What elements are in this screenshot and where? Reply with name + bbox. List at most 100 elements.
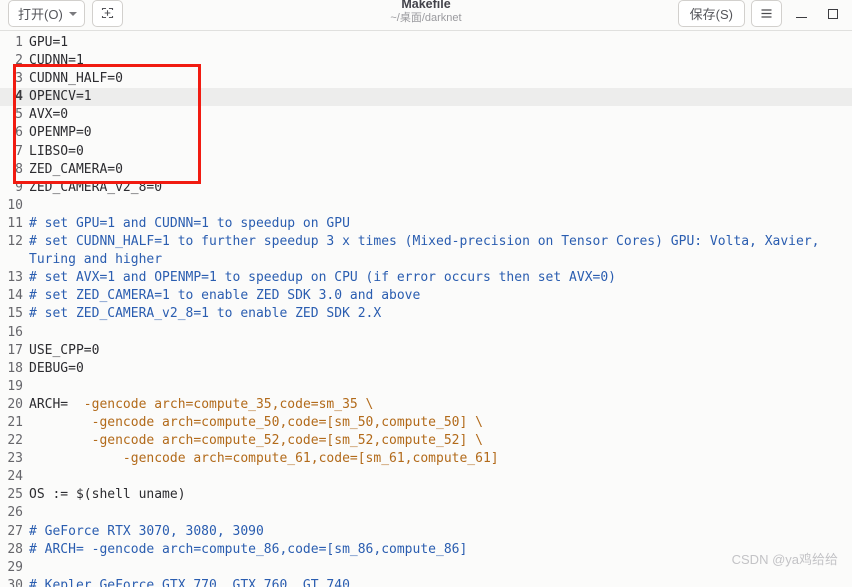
code-editor-area[interactable]: 1 GPU=1 2 CUDNN=1 3 CUDNN_HALF=0 4 OPENCV=1 5 AVX… (0, 31, 852, 587)
header-bar: 打开(O) Makefile ~/桌面/darknet 保存(S) (0, 0, 852, 31)
line-content[interactable]: OPENCV=1 (27, 88, 852, 106)
code-token: -gencode arch=compute_35,code=sm_35 \ (75, 396, 374, 412)
code-line[interactable]: 30 # Kepler GeForce GTX 770, GTX 760, GT … (0, 577, 852, 587)
code-line[interactable]: 18 DEBUG=0 (0, 360, 852, 378)
code-line[interactable]: 26 (0, 504, 852, 522)
line-content[interactable]: ZED_CAMERA=0 (27, 161, 852, 179)
line-number: 5 (15, 107, 23, 123)
code-line[interactable]: 3 CUDNN_HALF=0 (0, 70, 852, 88)
code-line[interactable]: 16 (0, 324, 852, 342)
line-number: 11 (7, 215, 23, 231)
line-content[interactable]: ARCH= -gencode arch=compute_35,code=sm_3… (27, 396, 852, 414)
code-line[interactable]: 6 OPENMP=0 (0, 124, 852, 142)
line-content[interactable]: # set CUDNN_HALF=1 to further speedup 3 … (27, 233, 852, 269)
code-line[interactable]: 22 -gencode arch=compute_52,code=[sm_52,… (0, 432, 852, 450)
line-content[interactable]: USE_CPP=0 (27, 342, 852, 360)
code-line[interactable]: 23 -gencode arch=compute_61,code=[sm_61,… (0, 450, 852, 468)
code-line[interactable]: 21 -gencode arch=compute_50,code=[sm_50,… (0, 414, 852, 432)
code-token: ZED_CAMERA_v2_8=0 (29, 179, 163, 195)
code-line[interactable]: 28 # ARCH= -gencode arch=compute_86,code=… (0, 541, 852, 559)
line-number: 22 (7, 433, 23, 449)
line-content[interactable]: GPU=1 (27, 34, 852, 52)
code-line[interactable]: 2 CUDNN=1 (0, 52, 852, 70)
code-line[interactable]: 20 ARCH= -gencode arch=compute_35,code=sm… (0, 396, 852, 414)
code-line[interactable]: 9 ZED_CAMERA_v2_8=0 (0, 179, 852, 197)
line-number: 15 (7, 306, 23, 322)
line-content[interactable]: # set GPU=1 and CUDNN=1 to speedup on GP… (27, 215, 852, 233)
save-button[interactable]: 保存(S) (677, 0, 745, 27)
code-line[interactable]: 10 (0, 197, 852, 215)
code-token: CUDNN_HALF=0 (29, 71, 123, 87)
code-token: -gencode arch=compute_52,code=[sm_52,com… (29, 433, 483, 449)
line-content[interactable]: -gencode arch=compute_50,code=[sm_50,com… (27, 414, 852, 432)
line-content[interactable]: # set ZED_CAMERA_v2_8=1 to enable ZED SD… (27, 305, 852, 323)
maximize-button[interactable] (820, 1, 846, 27)
code-line[interactable]: 5 AVX=0 (0, 106, 852, 124)
code-line[interactable]: 27 # GeForce RTX 3070, 3080, 3090 (0, 523, 852, 541)
maximize-icon (828, 8, 838, 19)
code-line[interactable]: 14 # set ZED_CAMERA=1 to enable ZED SDK 3… (0, 287, 852, 305)
code-token: -gencode arch=compute_61,code=[sm_61,com… (29, 451, 499, 467)
code-line[interactable]: 11 # set GPU=1 and CUDNN=1 to speedup on … (0, 215, 852, 233)
line-number: 20 (7, 396, 23, 412)
code-token: # set ZED_CAMERA_v2_8=1 to enable ZED SD… (29, 306, 382, 322)
line-content[interactable]: # ARCH= -gencode arch=compute_86,code=[s… (27, 541, 852, 559)
line-content[interactable]: # set AVX=1 and OPENMP=1 to speedup on C… (27, 269, 852, 287)
code-line[interactable]: 17 USE_CPP=0 (0, 342, 852, 360)
line-number: 17 (7, 342, 23, 358)
new-document-button[interactable] (91, 0, 123, 27)
line-content[interactable]: CUDNN=1 (27, 52, 852, 70)
line-number: 21 (7, 414, 23, 430)
line-number: 26 (7, 505, 23, 521)
line-number: 9 (15, 179, 23, 195)
line-number: 3 (15, 71, 23, 87)
line-number: 29 (7, 559, 23, 575)
main-menu-button[interactable] (751, 0, 782, 27)
code-line[interactable]: 25 OS := $(shell uname) (0, 486, 852, 504)
code-token: LIBSO=0 (29, 143, 84, 159)
line-content[interactable]: OS := $(shell uname) (27, 486, 852, 504)
line-content[interactable]: -gencode arch=compute_52,code=[sm_52,com… (27, 432, 852, 450)
line-number: 12 (7, 234, 23, 250)
code-line[interactable]: 15 # set ZED_CAMERA_v2_8=1 to enable ZED … (0, 305, 852, 323)
minimize-button[interactable] (788, 1, 814, 27)
code-line[interactable]: 8 ZED_CAMERA=0 (0, 161, 852, 179)
code-line[interactable]: 12 # set CUDNN_HALF=1 to further speedup … (0, 233, 852, 269)
line-content[interactable]: DEBUG=0 (27, 360, 852, 378)
line-number: 28 (7, 541, 23, 557)
line-content[interactable]: -gencode arch=compute_61,code=[sm_61,com… (27, 450, 852, 468)
code-token: USE_CPP=0 (29, 342, 100, 358)
line-number: 14 (7, 288, 23, 304)
line-number: 10 (7, 197, 23, 213)
line-content[interactable]: # GeForce RTX 3070, 3080, 3090 (27, 523, 852, 541)
line-number: 18 (7, 360, 23, 376)
line-content[interactable]: # Kepler GeForce GTX 770, GTX 760, GT 74… (27, 577, 852, 587)
header-right-controls: 保存(S) (677, 0, 846, 31)
line-number: 1 (15, 35, 23, 50)
code-line[interactable]: 19 (0, 378, 852, 396)
code-line[interactable]: 29 (0, 559, 852, 577)
code-line[interactable]: 4 OPENCV=1 (0, 88, 852, 107)
line-content[interactable]: # set ZED_CAMERA=1 to enable ZED SDK 3.0… (27, 287, 852, 305)
open-file-button[interactable]: 打开(O) (8, 0, 85, 27)
code-line[interactable]: 13 # set AVX=1 and OPENMP=1 to speedup on… (0, 269, 852, 287)
page-title: Makefile (401, 0, 451, 11)
line-number: 19 (7, 378, 23, 394)
save-button-label: 保存(S) (689, 7, 733, 22)
code-token: # set GPU=1 and CUDNN=1 to speedup on GP… (29, 215, 350, 231)
line-content[interactable]: OPENMP=0 (27, 124, 852, 142)
code-line-list[interactable]: 1 GPU=1 2 CUDNN=1 3 CUDNN_HALF=0 4 OPENCV=1 5 AVX… (0, 34, 852, 587)
line-content[interactable]: LIBSO=0 (27, 143, 852, 161)
line-number: 24 (7, 469, 23, 485)
code-token: AVX=0 (29, 107, 69, 123)
line-content[interactable]: CUDNN_HALF=0 (27, 70, 852, 88)
code-line[interactable]: 1 GPU=1 (0, 34, 852, 52)
line-content[interactable]: ZED_CAMERA_v2_8=0 (27, 179, 852, 197)
line-content[interactable]: AVX=0 (27, 106, 852, 124)
hamburger-menu-icon (759, 6, 774, 21)
code-line[interactable]: 7 LIBSO=0 (0, 143, 852, 161)
code-token: # set ZED_CAMERA=1 to enable ZED SDK 3.0… (29, 288, 421, 304)
code-line[interactable]: 24 (0, 468, 852, 486)
code-token: OPENCV=1 (29, 89, 92, 105)
line-number: 2 (15, 53, 23, 69)
